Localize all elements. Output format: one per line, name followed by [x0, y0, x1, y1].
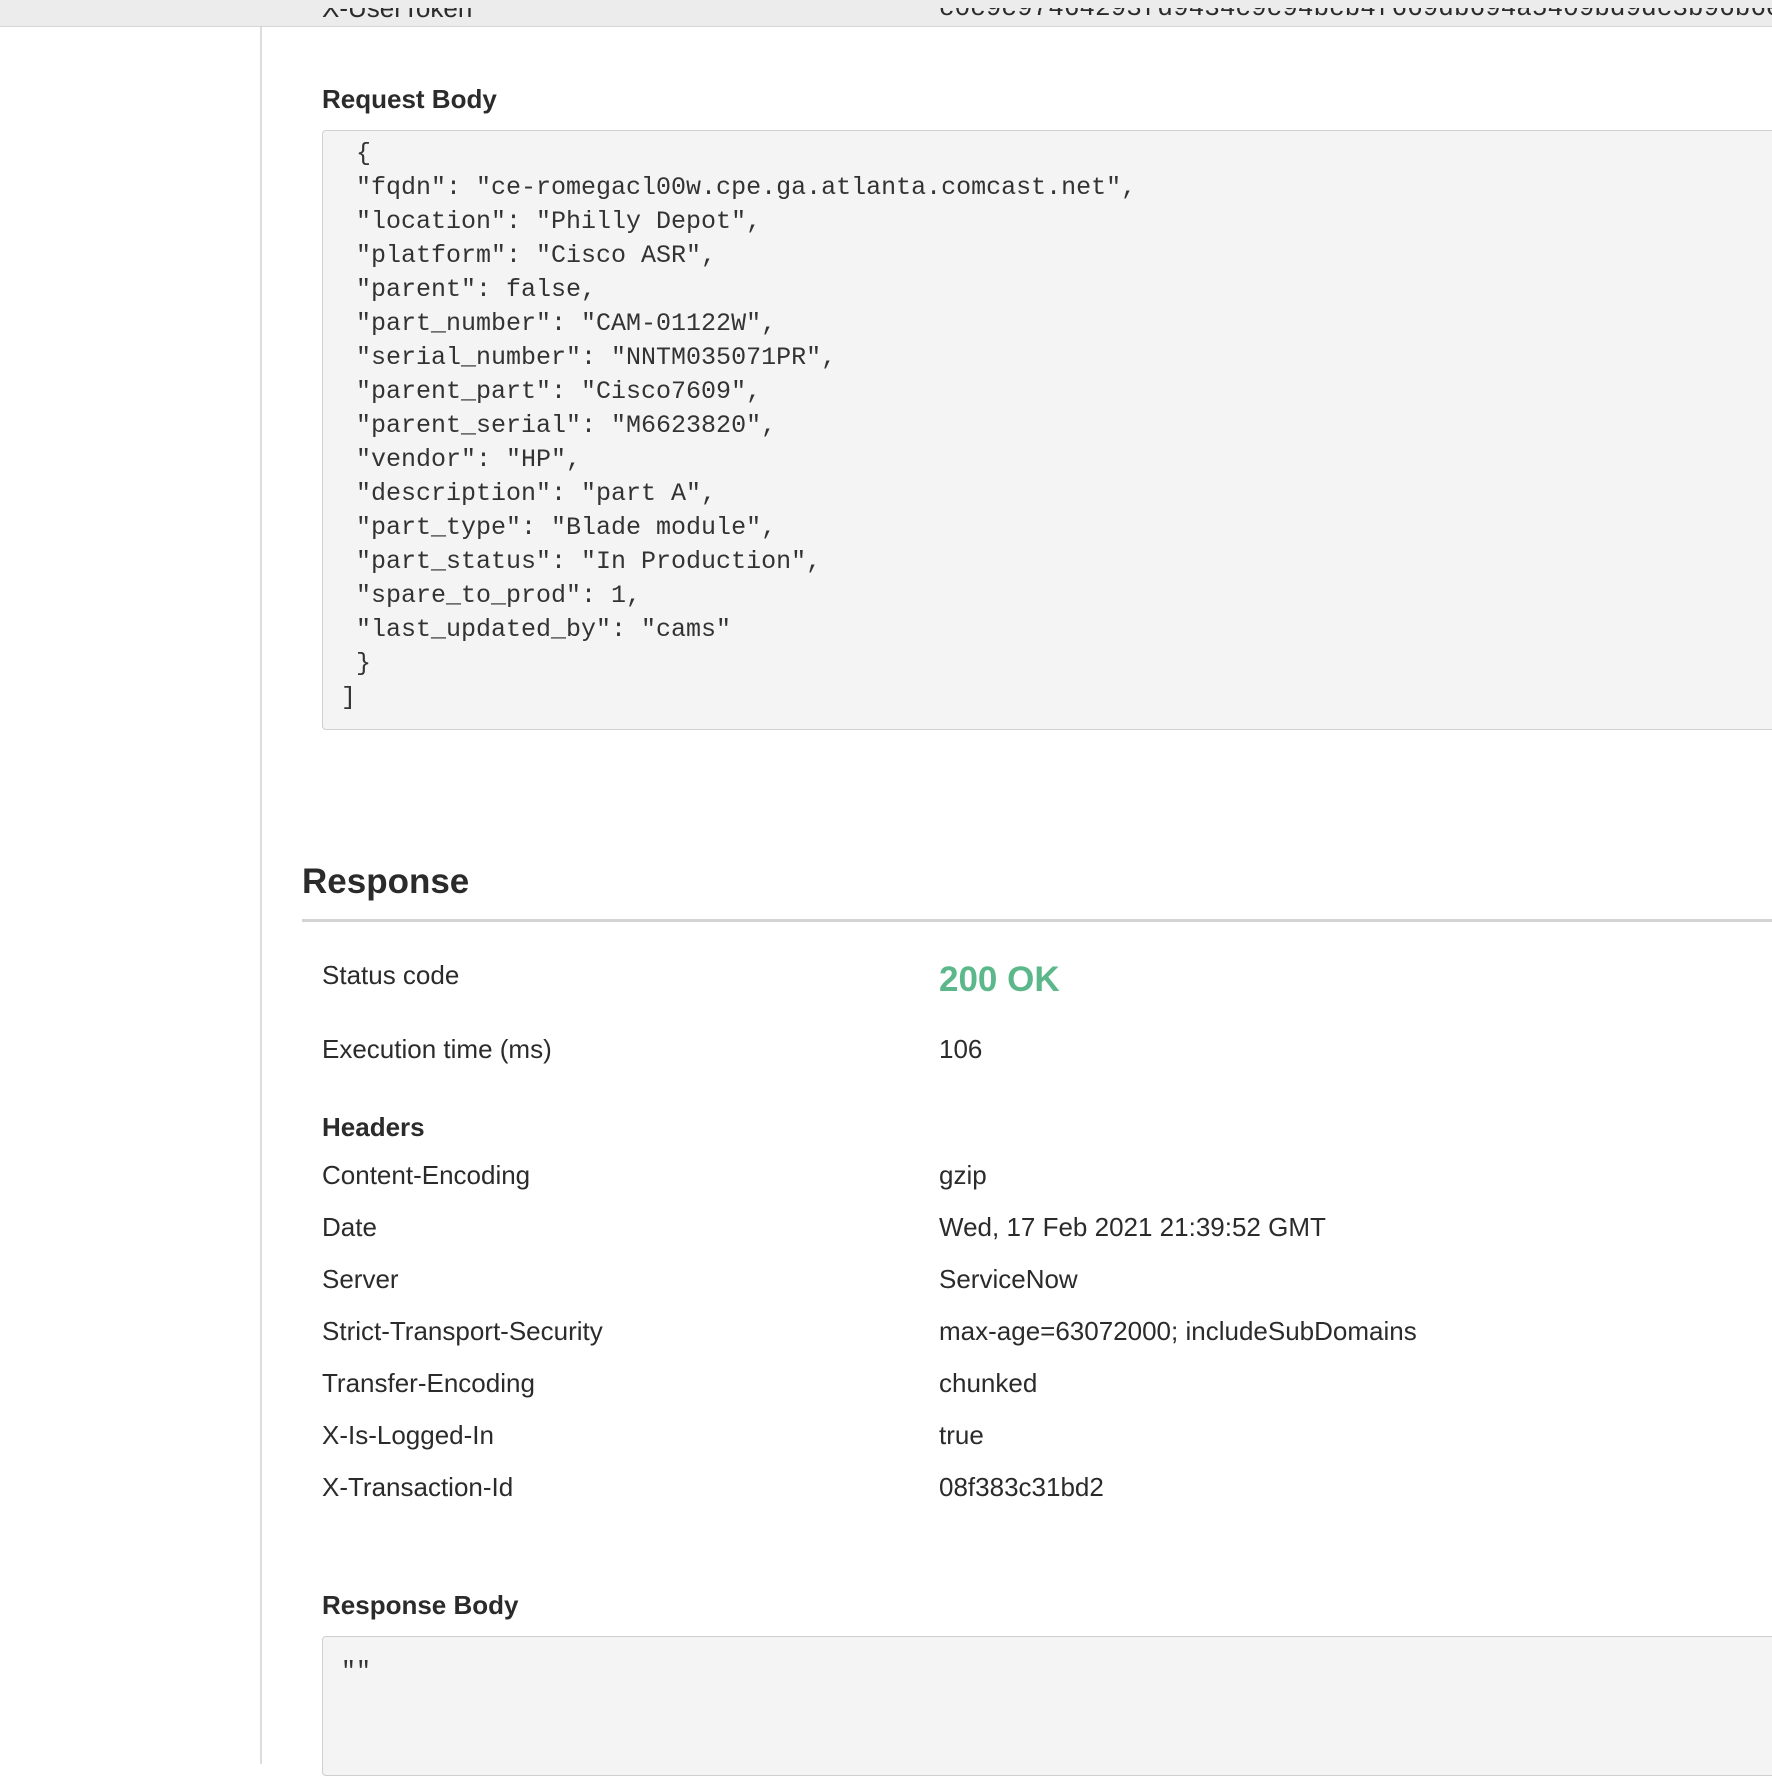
- header-value-x-is-logged-in: true: [939, 1420, 984, 1450]
- left-sidebar: [0, 27, 262, 1764]
- header-name-server: Server: [322, 1264, 399, 1294]
- response-headers-label: Headers: [322, 1112, 425, 1142]
- header-name-content-encoding: Content-Encoding: [322, 1160, 531, 1190]
- response-body-code[interactable]: "": [322, 1636, 1772, 1776]
- request-body-label: Request Body: [322, 84, 497, 114]
- header-name-x-is-logged-in: X-Is-Logged-In: [322, 1420, 494, 1450]
- response-section-title: Response: [302, 862, 470, 901]
- header-value-transfer-encoding: chunked: [939, 1368, 1038, 1398]
- request-header-row-clipped: X-UserToken c0c9c97464293fd9434c9c94bcb4…: [322, 8, 1772, 26]
- execution-time-label: Execution time (ms): [322, 1034, 552, 1064]
- header-name-transfer-encoding: Transfer-Encoding: [322, 1368, 535, 1398]
- header-name-x-transaction-id: X-Transaction-Id: [322, 1472, 514, 1502]
- execution-time-value: 106: [939, 1034, 983, 1064]
- header-name-strict-transport-security: Strict-Transport-Security: [322, 1316, 603, 1346]
- header-value-content-encoding: gzip: [939, 1160, 987, 1190]
- request-header-name: X-UserToken: [322, 8, 473, 23]
- status-code-value: 200 OK: [939, 960, 1060, 999]
- header-name-date: Date: [322, 1212, 377, 1242]
- status-code-label: Status code: [322, 960, 460, 990]
- request-body-text: { "fqdn": "ce-romegacl00w.cpe.ga.atlanta…: [341, 139, 1137, 712]
- request-body-code[interactable]: { "fqdn": "ce-romegacl00w.cpe.ga.atlanta…: [322, 130, 1772, 730]
- response-body-text: "": [341, 1657, 372, 1686]
- response-body-label: Response Body: [322, 1590, 519, 1620]
- header-value-strict-transport-security: max-age=63072000; includeSubDomains: [939, 1316, 1417, 1346]
- response-divider: [302, 919, 1772, 922]
- request-header-value: c0c9c97464293fd9434c9c94bcb4f669db694a54…: [939, 8, 1772, 23]
- header-value-date: Wed, 17 Feb 2021 21:39:52 GMT: [939, 1212, 1326, 1242]
- header-value-server: ServiceNow: [939, 1264, 1078, 1294]
- header-value-x-transaction-id: 08f383c31bd2: [939, 1472, 1104, 1502]
